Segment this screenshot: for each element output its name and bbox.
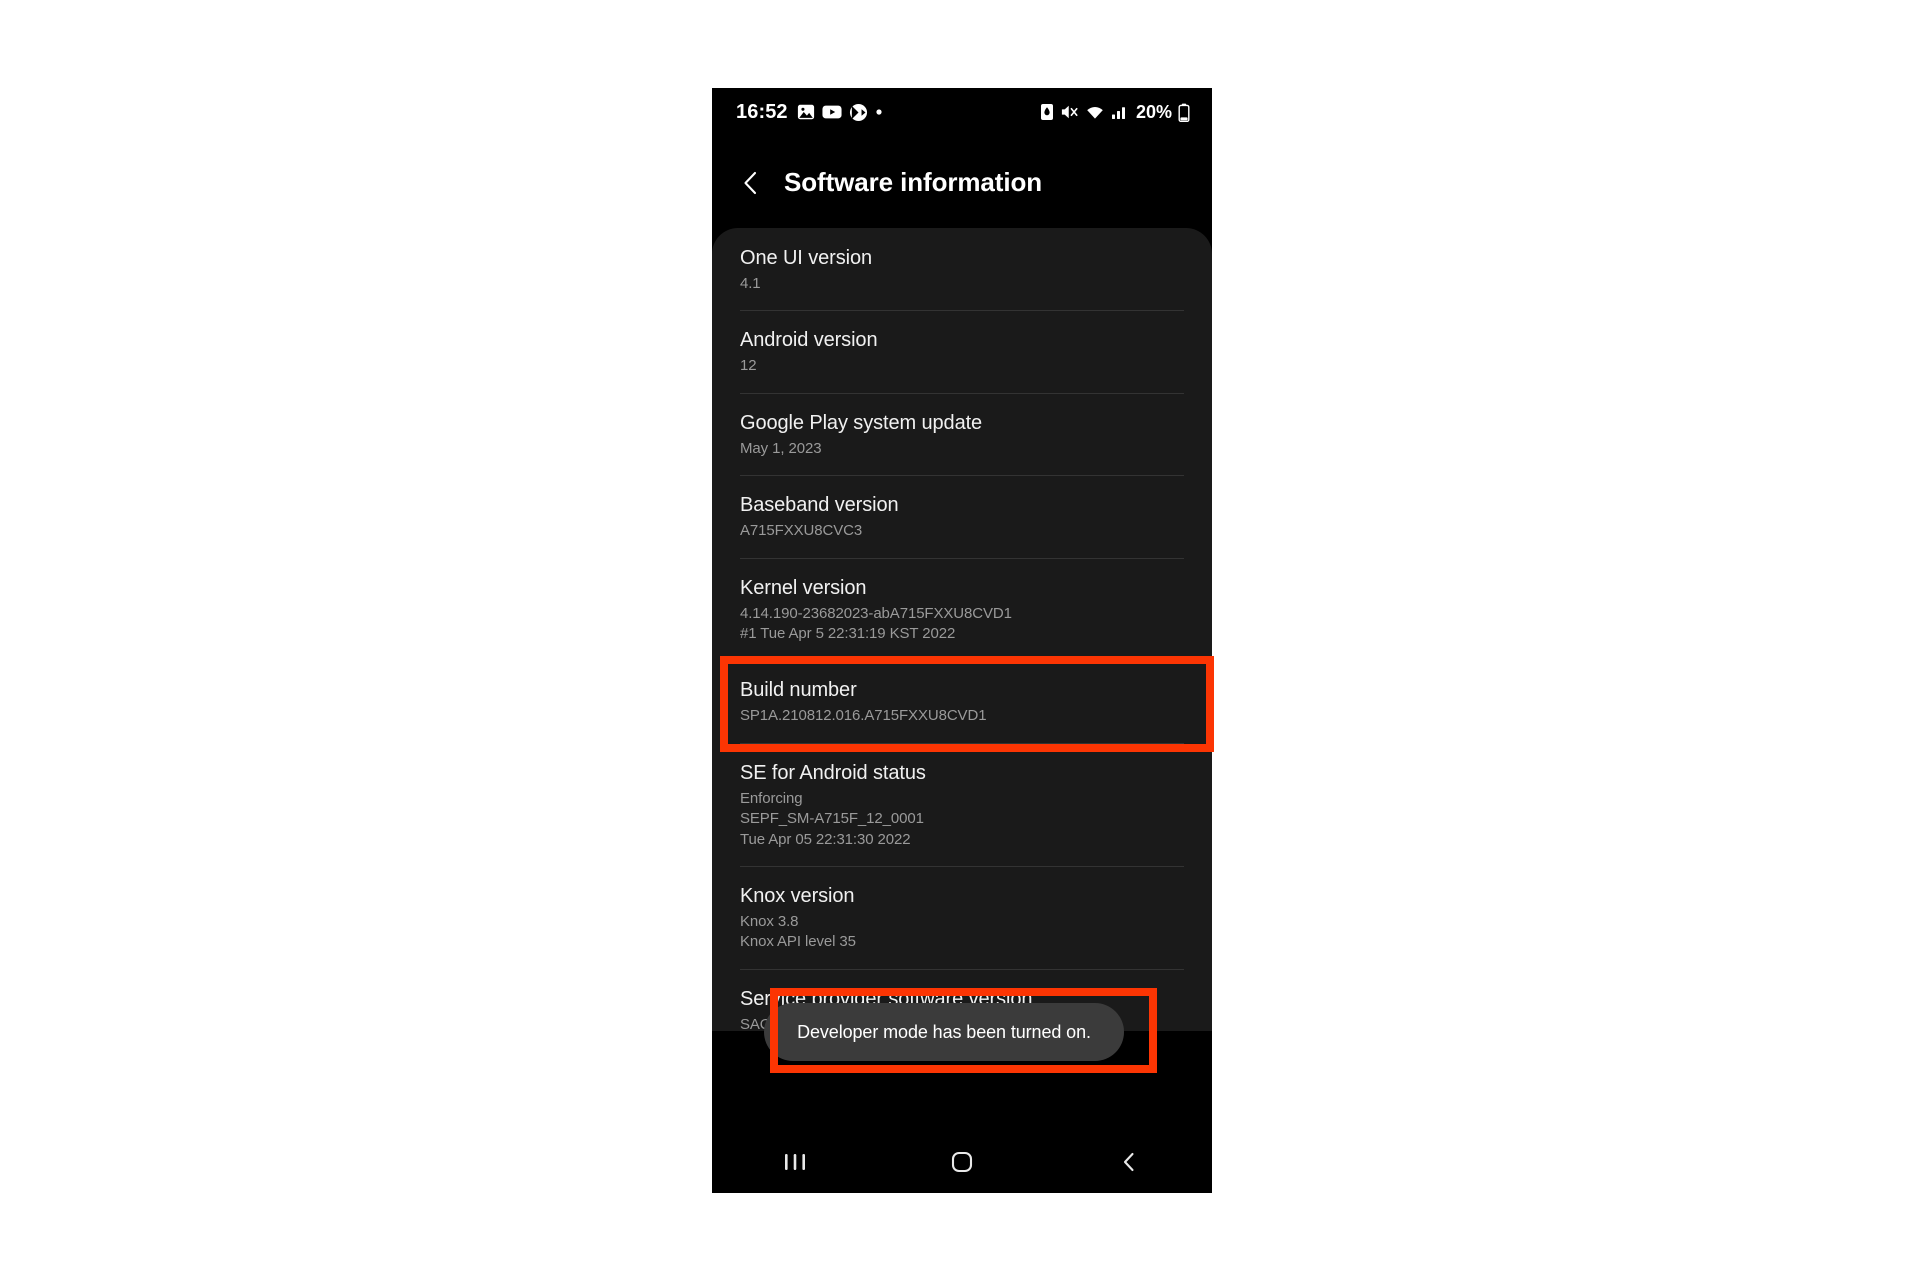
list-item-title: One UI version	[740, 247, 872, 269]
list-item-value: 4.14.190-23682023-abA715FXXU8CVD1 #1 Tue…	[740, 604, 1184, 645]
value-line: 4.14.190-23682023-abA715FXXU8CVD1	[740, 604, 1012, 622]
settings-list: One UI version 4.1 Android version 12 Go…	[712, 228, 1212, 1031]
title-bar: Software information	[712, 136, 1212, 228]
page-title: Software information	[784, 166, 1043, 197]
value-line: SP1A.210812.016.A715FXXU8CVD1	[740, 707, 987, 725]
play-movies-icon	[849, 103, 868, 122]
back-arrow-icon[interactable]	[736, 168, 766, 198]
list-item-value: 12	[740, 356, 1184, 376]
status-bar-clock: 16:52	[736, 101, 788, 123]
value-line: SEPF_SM-A715F_12_0001	[740, 810, 924, 828]
list-item-title: Knox version	[740, 884, 855, 907]
battery-saver-icon	[1040, 103, 1054, 121]
list-item-one-ui-version[interactable]: One UI version 4.1	[712, 228, 1212, 310]
list-item-value: 4.1	[740, 274, 1184, 294]
value-line: 4.1	[740, 275, 761, 292]
value-line: Knox API level 35	[740, 933, 856, 951]
mute-icon	[1060, 103, 1079, 121]
youtube-icon	[822, 104, 842, 120]
gallery-icon	[797, 103, 815, 121]
wifi-icon	[1085, 104, 1105, 120]
list-item-title: Build number	[740, 679, 857, 702]
value-line: Knox 3.8	[740, 912, 799, 930]
value-line: 12	[740, 357, 757, 375]
battery-icon	[1178, 103, 1190, 122]
list-item-baseband-version[interactable]: Baseband version A715FXXU8CVC3	[712, 475, 1212, 557]
list-item-value: May 1, 2023	[740, 439, 1184, 459]
toast-message: Developer mode has been turned on.	[764, 1003, 1124, 1061]
list-item-title: SE for Android status	[740, 761, 926, 784]
list-item-android-version[interactable]: Android version 12	[712, 310, 1212, 392]
list-item-value: SP1A.210812.016.A715FXXU8CVD1	[740, 706, 1184, 726]
recents-button[interactable]	[760, 1139, 830, 1185]
list-item-build-number[interactable]: Build number SP1A.210812.016.A715FXXU8CV…	[712, 660, 1212, 742]
list-item-se-for-android-status[interactable]: SE for Android status Enforcing SEPF_SM-…	[712, 742, 1212, 866]
phone-screen: 16:52 20% Software information One UI ve…	[712, 88, 1212, 1193]
list-item-title: Android version	[740, 329, 878, 352]
list-item-value: Knox 3.8 Knox API level 35	[740, 912, 1184, 953]
back-button[interactable]	[1094, 1139, 1164, 1185]
list-item-value: A715FXXU8CVC3	[740, 521, 1184, 541]
list-item-title: Baseband version	[740, 494, 899, 517]
value-line: Enforcing	[740, 789, 803, 807]
navigation-bar	[712, 1131, 1212, 1193]
value-line: Tue Apr 05 22:31:30 2022	[740, 830, 911, 848]
status-bar-right: 20%	[1040, 103, 1190, 122]
value-line: A715FXXU8CVC3	[740, 522, 863, 540]
list-item-value: Enforcing SEPF_SM-A715F_12_0001 Tue Apr …	[740, 789, 1184, 850]
list-item-kernel-version[interactable]: Kernel version 4.14.190-23682023-abA715F…	[712, 557, 1212, 661]
value-line: #1 Tue Apr 5 22:31:19 KST 2022	[740, 624, 956, 642]
status-bar: 16:52 20%	[712, 88, 1212, 136]
value-line: May 1, 2023	[740, 439, 822, 457]
home-button[interactable]	[927, 1139, 997, 1185]
status-bar-left: 16:52	[736, 102, 883, 122]
dot-indicator	[875, 108, 883, 116]
list-item-knox-version[interactable]: Knox version Knox 3.8 Knox API level 35	[712, 865, 1212, 969]
list-item-title: Kernel version	[740, 576, 867, 599]
list-item-google-play-system-update[interactable]: Google Play system update May 1, 2023	[712, 392, 1212, 475]
list-item-title: Google Play system update	[740, 411, 983, 434]
signal-icon	[1111, 104, 1129, 120]
battery-percent-label: 20%	[1135, 102, 1172, 122]
